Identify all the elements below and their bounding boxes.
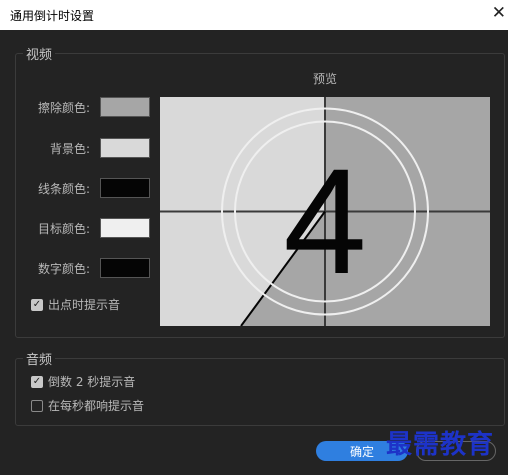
cue-at-out-point-checkbox[interactable]: ✓ 出点时提示音 bbox=[31, 296, 120, 313]
target-color-swatch[interactable] bbox=[100, 218, 150, 238]
wipe-color-label: 擦除颜色: bbox=[37, 101, 90, 115]
audio-group bbox=[15, 358, 505, 426]
wipe-color-swatch[interactable] bbox=[100, 97, 150, 117]
countdown-2s-beep-checkbox[interactable]: ✓ 倒数 2 秒提示音 bbox=[31, 373, 135, 390]
beep-every-second-checkbox[interactable]: 在每秒都响提示音 bbox=[31, 397, 144, 414]
line-color-label: 线条颜色: bbox=[37, 182, 90, 196]
line-color-swatch[interactable] bbox=[100, 178, 150, 198]
digit-color-swatch[interactable] bbox=[100, 258, 150, 278]
audio-group-label: 音频 bbox=[23, 349, 56, 368]
window-title: 通用倒计时设置 bbox=[10, 9, 95, 23]
digit-color-label: 数字颜色: bbox=[37, 262, 90, 276]
preview-countdown-number: 4 bbox=[283, 137, 366, 305]
background-color-label: 背景色: bbox=[49, 142, 90, 156]
cue-at-out-point-label: 出点时提示音 bbox=[48, 298, 121, 312]
close-icon[interactable]: ✕ bbox=[492, 3, 506, 23]
background-color-swatch[interactable] bbox=[100, 138, 150, 158]
countdown-2s-beep-label: 倒数 2 秒提示音 bbox=[48, 375, 136, 389]
title-bar: 通用倒计时设置 ✕ bbox=[0, 0, 508, 30]
checkbox-box[interactable] bbox=[31, 399, 43, 412]
checkbox-box[interactable]: ✓ bbox=[31, 298, 43, 311]
countdown-preview: 4 bbox=[160, 97, 490, 326]
checkbox-box[interactable]: ✓ bbox=[31, 375, 43, 388]
target-color-label: 目标颜色: bbox=[37, 222, 90, 236]
beep-every-second-label: 在每秒都响提示音 bbox=[48, 399, 145, 413]
watermark-logo: 最需教育 bbox=[386, 430, 495, 460]
video-group-label: 视频 bbox=[23, 44, 56, 63]
preview-title: 预览 bbox=[313, 72, 338, 86]
